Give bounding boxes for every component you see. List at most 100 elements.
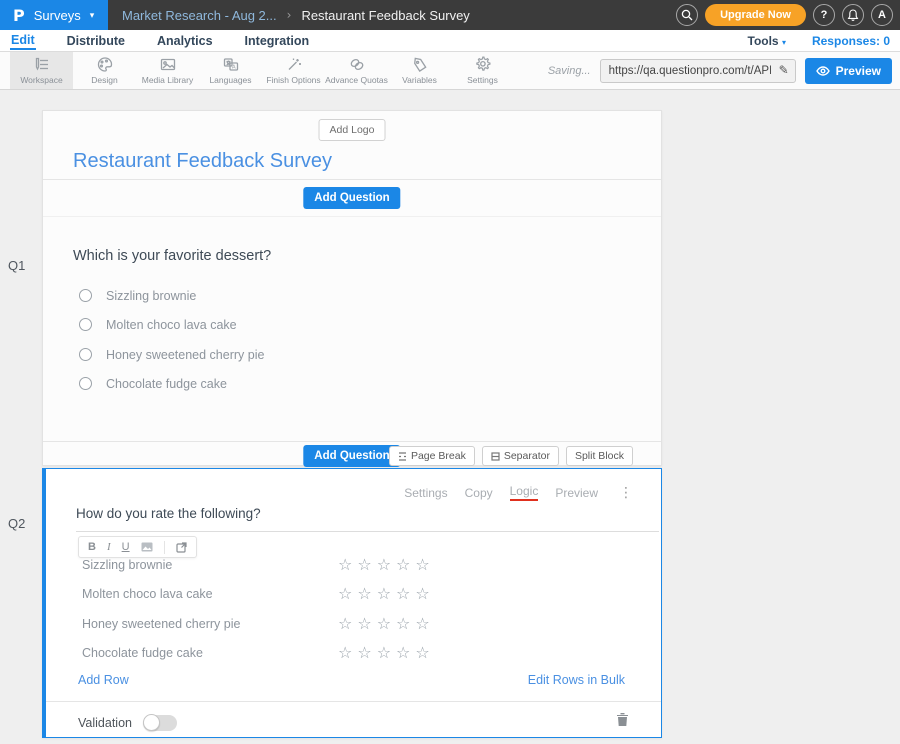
- toolbar-item-finish-options[interactable]: Finish Options: [262, 52, 325, 89]
- q2-question-text[interactable]: How do you rate the following?: [76, 506, 261, 521]
- subnav-right: Tools ▾ Responses: 0: [748, 34, 891, 48]
- q1-option-row: Chocolate fudge cake: [79, 376, 227, 391]
- svg-text:A: A: [231, 64, 235, 70]
- page-break-button[interactable]: Page Break: [389, 446, 475, 466]
- open-editor-button[interactable]: [176, 542, 187, 553]
- help-button[interactable]: ?: [813, 4, 835, 26]
- q2-row-label[interactable]: Chocolate fudge cake: [82, 646, 203, 660]
- tag-icon: [411, 56, 429, 73]
- radio-button[interactable]: [79, 289, 92, 302]
- question-number-q1: Q1: [8, 258, 25, 273]
- toolbar-item-advance-quotas[interactable]: Advance Quotas: [325, 52, 388, 89]
- header-actions: Upgrade Now ? A: [676, 0, 893, 30]
- star-rating[interactable]: ☆☆☆☆☆: [338, 645, 435, 661]
- toolbar-item-workspace[interactable]: Workspace: [10, 52, 73, 89]
- survey-url-input[interactable]: [600, 59, 796, 83]
- bell-icon: [847, 9, 859, 22]
- radio-button[interactable]: [79, 377, 92, 390]
- q2-preview-link[interactable]: Preview: [555, 486, 598, 500]
- split-block-button[interactable]: Split Block: [566, 446, 633, 466]
- search-icon: [681, 9, 693, 21]
- tab-edit[interactable]: Edit: [10, 31, 36, 50]
- q2-text-underline: [76, 531, 659, 532]
- q2-logic-link[interactable]: Logic: [510, 484, 539, 501]
- tab-analytics[interactable]: Analytics: [156, 32, 214, 49]
- toolbar-divider: [164, 541, 165, 554]
- preview-button[interactable]: Preview: [805, 58, 892, 84]
- bold-button[interactable]: B: [88, 542, 96, 553]
- separator-button[interactable]: Separator: [482, 446, 559, 466]
- top-header: P Surveys ▾ Market Research - Aug 2... ›…: [0, 0, 900, 30]
- q1-question-text[interactable]: Which is your favorite dessert?: [73, 248, 271, 264]
- radio-button[interactable]: [79, 318, 92, 331]
- gear-icon: [474, 56, 492, 73]
- avatar-initial: A: [878, 9, 886, 21]
- star-rating[interactable]: ☆☆☆☆☆: [338, 586, 435, 602]
- add-question-button-bottom[interactable]: Add Question: [303, 445, 400, 467]
- chevron-down-icon: ▾: [782, 38, 786, 47]
- palette-icon: [96, 56, 114, 73]
- toolbar-item-media-library[interactable]: Media Library: [136, 52, 199, 89]
- image-icon: [141, 542, 153, 552]
- star-rating[interactable]: ☆☆☆☆☆: [338, 557, 435, 573]
- questionpro-logo-icon: P: [13, 6, 25, 25]
- workspace-icon: [33, 56, 51, 73]
- app-logo-menu[interactable]: P Surveys ▾: [0, 0, 108, 30]
- star-rating[interactable]: ☆☆☆☆☆: [338, 616, 435, 632]
- toolbar-item-design[interactable]: Design: [73, 52, 136, 89]
- chain-links-icon: [348, 56, 366, 73]
- page-break-icon: [398, 452, 407, 461]
- tools-menu[interactable]: Tools ▾: [748, 34, 786, 48]
- kebab-menu-icon[interactable]: ⋮: [619, 485, 633, 501]
- q2-row-label[interactable]: Honey sweetened cherry pie: [82, 617, 240, 631]
- toolbar-item-languages[interactable]: A Languages: [199, 52, 262, 89]
- breadcrumb: Market Research - Aug 2... › Restaurant …: [122, 8, 470, 23]
- option-label: Sizzling brownie: [106, 289, 196, 303]
- survey-url-wrap: ✎: [600, 59, 796, 83]
- toggle-knob: [143, 714, 160, 731]
- delete-question-button[interactable]: [616, 712, 629, 732]
- add-logo-button[interactable]: Add Logo: [319, 119, 386, 141]
- toolbar-item-variables[interactable]: Variables: [388, 52, 451, 89]
- notifications-button[interactable]: [842, 4, 864, 26]
- q2-copy-link[interactable]: Copy: [465, 486, 493, 500]
- open-in-new-icon: [176, 542, 187, 553]
- trash-icon: [616, 712, 629, 727]
- add-row-link[interactable]: Add Row: [78, 673, 129, 687]
- question-number-q2: Q2: [8, 516, 25, 531]
- q2-settings-link[interactable]: Settings: [404, 486, 447, 500]
- translate-icon: A: [222, 56, 240, 73]
- underline-button[interactable]: U: [122, 542, 130, 553]
- toolbar-right: Saving... ✎ Preview: [548, 52, 892, 90]
- breadcrumb-project[interactable]: Market Research - Aug 2...: [122, 8, 277, 23]
- block-actions: Page Break Separator Split Block: [389, 446, 633, 466]
- q2-menu: Settings Copy Logic Preview ⋮: [404, 484, 633, 501]
- tab-distribute[interactable]: Distribute: [66, 32, 126, 49]
- q1-option-row: Honey sweetened cherry pie: [79, 347, 264, 362]
- radio-button[interactable]: [79, 348, 92, 361]
- responses-count[interactable]: Responses: 0: [812, 34, 890, 48]
- section-nav: Edit Distribute Analytics Integration To…: [0, 30, 900, 52]
- saving-status: Saving...: [548, 65, 591, 77]
- italic-button[interactable]: I: [107, 542, 111, 553]
- breadcrumb-survey-name: Restaurant Feedback Survey: [301, 8, 469, 23]
- edit-url-pencil-icon[interactable]: ✎: [779, 63, 789, 77]
- survey-title[interactable]: Restaurant Feedback Survey: [73, 150, 332, 173]
- upgrade-now-button[interactable]: Upgrade Now: [705, 4, 806, 26]
- text-format-toolbar: B I U: [78, 536, 197, 558]
- validation-toggle[interactable]: [143, 715, 177, 731]
- option-label: Molten choco lava cake: [106, 318, 237, 332]
- user-avatar[interactable]: A: [871, 4, 893, 26]
- insert-image-button[interactable]: [141, 542, 153, 552]
- divider: [43, 216, 661, 217]
- edit-rows-in-bulk-link[interactable]: Edit Rows in Bulk: [528, 673, 625, 687]
- add-question-button-top[interactable]: Add Question: [303, 187, 400, 209]
- eye-icon: [816, 66, 830, 76]
- q2-question-card: Settings Copy Logic Preview ⋮ How do you…: [42, 468, 662, 738]
- question-mark-icon: ?: [821, 9, 828, 21]
- search-button[interactable]: [676, 4, 698, 26]
- q2-row-label[interactable]: Sizzling brownie: [82, 558, 172, 572]
- toolbar-item-settings[interactable]: Settings: [451, 52, 514, 89]
- tab-integration[interactable]: Integration: [244, 32, 311, 49]
- q2-row-label[interactable]: Molten choco lava cake: [82, 587, 213, 601]
